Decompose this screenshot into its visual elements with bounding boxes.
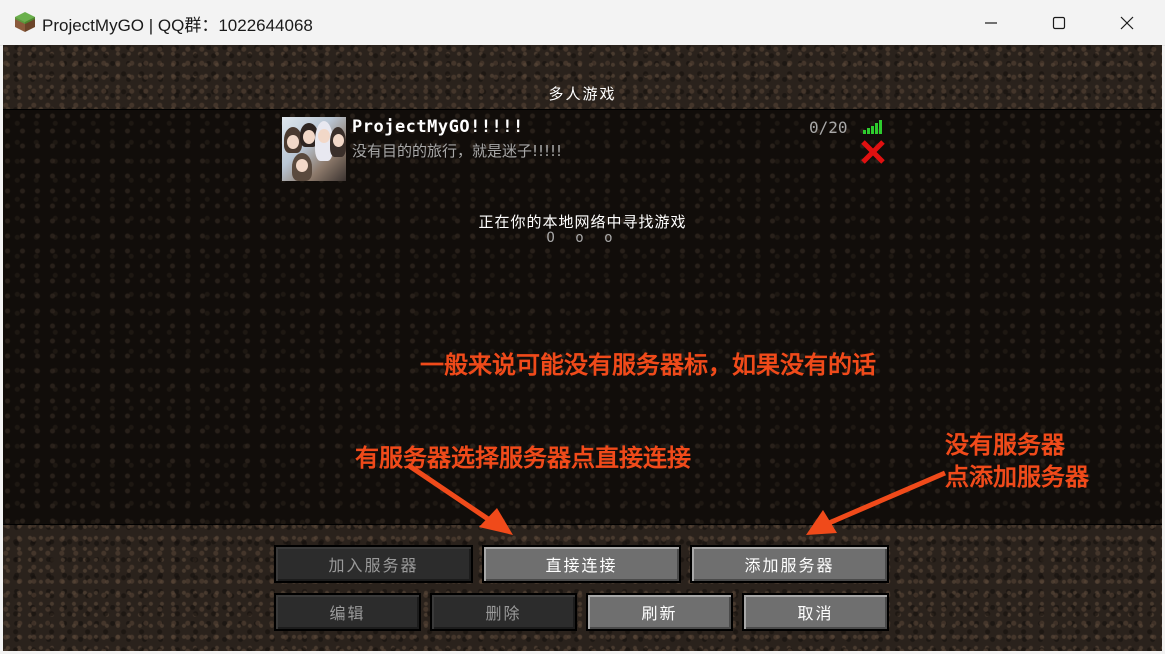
signal-strength-icon (863, 120, 882, 134)
server-name[interactable]: ProjectMyGO!!!!! (352, 117, 524, 137)
add-server-button[interactable]: 添加服务器 (690, 545, 889, 583)
server-motd: 没有目的的旅行，就是迷子!!!!! (352, 142, 563, 160)
window-title: ProjectMyGO | QQ群：1022644068 (42, 16, 313, 35)
page-title: 多人游戏 (548, 85, 617, 103)
lan-scanning-text: 正在你的本地网络中寻找游戏 (478, 213, 687, 231)
multiplayer-screen: 多人游戏 ProjectMyGO!!!!! 没有目的的旅行，就是迷子!!!!! … (3, 45, 1162, 651)
annotation-note-1: 一般来说可能没有服务器标，如果没有的话 (420, 351, 876, 379)
close-button[interactable] (1093, 0, 1161, 45)
annotation-note-2: 有服务器选择服务器点直接连接 (355, 444, 691, 472)
delete-button[interactable]: 删除 (430, 593, 577, 631)
cancel-button[interactable]: 取消 (742, 593, 889, 631)
remove-server-icon[interactable] (859, 139, 887, 165)
maximize-icon (1052, 16, 1066, 29)
annotation-note-3: 没有服务器 点添加服务器 (945, 429, 1089, 493)
grass-block-icon (15, 12, 35, 32)
annotation-note-3a: 没有服务器 (945, 431, 1065, 459)
server-icon-image[interactable] (282, 117, 346, 181)
edit-button[interactable]: 编辑 (274, 593, 421, 631)
window-titlebar[interactable]: ProjectMyGO | QQ群：1022644068 (0, 0, 1165, 46)
minimize-icon (985, 21, 997, 24)
player-count: 0/20 (809, 118, 848, 137)
close-icon (1120, 16, 1134, 29)
minimize-button[interactable] (957, 0, 1025, 45)
annotation-note-3b: 点添加服务器 (945, 463, 1089, 491)
join-server-button[interactable]: 加入服务器 (274, 545, 473, 583)
direct-connect-button[interactable]: 直接连接 (482, 545, 681, 583)
refresh-button[interactable]: 刷新 (586, 593, 733, 631)
header-band: 多人游戏 (3, 45, 1162, 109)
maximize-button[interactable] (1025, 0, 1093, 45)
lan-scanning-indicator: O o o (546, 230, 619, 246)
